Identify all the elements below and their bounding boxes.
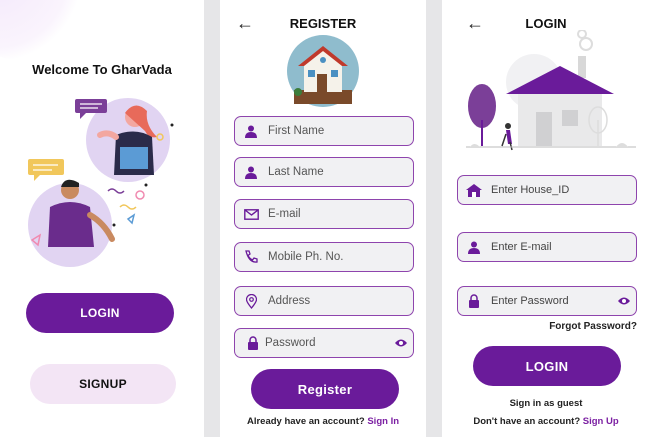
signup-prompt-text: Don't have an account? — [473, 416, 581, 427]
email-field[interactable]: E-mail — [234, 199, 414, 229]
address-field[interactable]: Address — [234, 286, 414, 316]
mail-icon — [243, 206, 259, 222]
mobile-placeholder: Mobile Ph. No. — [268, 251, 344, 263]
signin-link[interactable]: Sign In — [367, 416, 399, 427]
password-placeholder: Enter Password — [491, 295, 569, 307]
login-button[interactable]: LOGIN — [26, 293, 174, 333]
email-placeholder: Enter E-mail — [491, 241, 552, 253]
email-field[interactable]: Enter E-mail — [457, 232, 637, 262]
eye-icon[interactable] — [395, 338, 407, 348]
password-field[interactable]: Password — [234, 328, 414, 358]
location-pin-icon — [243, 293, 259, 309]
forgot-password-link[interactable]: Forgot Password? — [549, 321, 637, 332]
mobile-field[interactable]: Mobile Ph. No. — [234, 242, 414, 272]
welcome-illustration — [28, 98, 174, 267]
eye-icon[interactable] — [618, 296, 630, 306]
password-placeholder: Password — [265, 337, 316, 349]
register-button[interactable]: Register — [251, 369, 399, 409]
email-placeholder: E-mail — [268, 208, 301, 220]
register-screen: ← REGISTER First Name Last Name E-mail M… — [220, 0, 426, 437]
welcome-title: Welcome To GharVada — [32, 62, 172, 77]
house-avatar — [287, 35, 359, 107]
signup-prompt: Don't have an account? Sign Up — [442, 416, 650, 427]
signup-button[interactable]: SIGNUP — [30, 364, 176, 404]
first-name-field[interactable]: First Name — [234, 116, 414, 146]
welcome-screen: Welcome To GharVada LOGIN SIGNUP — [0, 0, 204, 437]
signin-prompt: Already have an account? Sign In — [220, 416, 426, 427]
password-field[interactable]: Enter Password — [457, 286, 637, 316]
lock-icon — [245, 335, 261, 351]
phone-icon — [243, 249, 259, 265]
person-icon — [466, 239, 482, 255]
guest-signin-link[interactable]: Sign in as guest — [442, 398, 650, 409]
house-id-field[interactable]: Enter House_ID — [457, 175, 637, 205]
signup-link[interactable]: Sign Up — [583, 416, 619, 427]
first-name-placeholder: First Name — [268, 125, 325, 137]
login-button[interactable]: LOGIN — [473, 346, 621, 386]
last-name-placeholder: Last Name — [268, 166, 324, 178]
signin-prompt-text: Already have an account? — [246, 416, 365, 427]
house-id-placeholder: Enter House_ID — [491, 184, 570, 196]
last-name-field[interactable]: Last Name — [234, 157, 414, 187]
page-title: REGISTER — [289, 16, 357, 31]
person-icon — [243, 164, 259, 180]
login-screen: ← LOGIN Enter House_ID Enter E-mail Ente… — [442, 0, 650, 437]
page-title: LOGIN — [525, 16, 567, 31]
house-icon — [466, 182, 482, 198]
decorative-blob — [0, 0, 80, 60]
house-illustration — [466, 30, 636, 151]
person-icon — [243, 123, 259, 139]
lock-icon — [466, 293, 482, 309]
address-placeholder: Address — [268, 295, 311, 307]
